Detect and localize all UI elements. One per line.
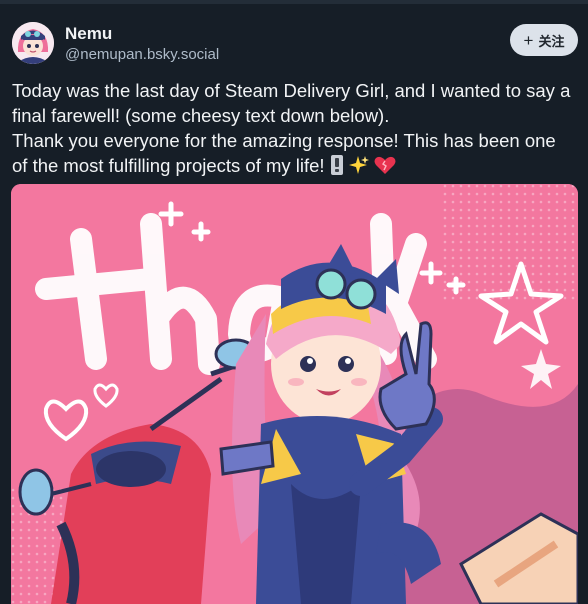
illustration-image	[11, 184, 578, 604]
follow-button[interactable]: + 关注	[510, 24, 578, 56]
post-text-line1: Today was the last day of Steam Delivery…	[12, 80, 571, 126]
exclamation-emoji-icon	[330, 155, 344, 181]
follow-button-label: 关注	[538, 33, 565, 49]
sparkles-emoji-icon	[348, 155, 369, 181]
heart-emoji-icon	[374, 155, 396, 181]
post-text-line2: Thank you everyone for the amazing respo…	[12, 130, 556, 176]
author-display-name[interactable]: Nemu	[65, 24, 112, 44]
avatar[interactable]	[12, 22, 54, 64]
post-text: Today was the last day of Steam Delivery…	[12, 78, 572, 181]
avatar-image	[12, 22, 54, 64]
plus-icon: +	[523, 30, 534, 50]
post-text-line2-wrap: Thank you everyone for the amazing respo…	[12, 128, 572, 181]
post-image[interactable]	[11, 184, 578, 604]
author-handle[interactable]: @nemupan.bsky.social	[65, 46, 219, 63]
post-card[interactable]: Nemu @nemupan.bsky.social + 关注 Today was…	[0, 4, 588, 604]
